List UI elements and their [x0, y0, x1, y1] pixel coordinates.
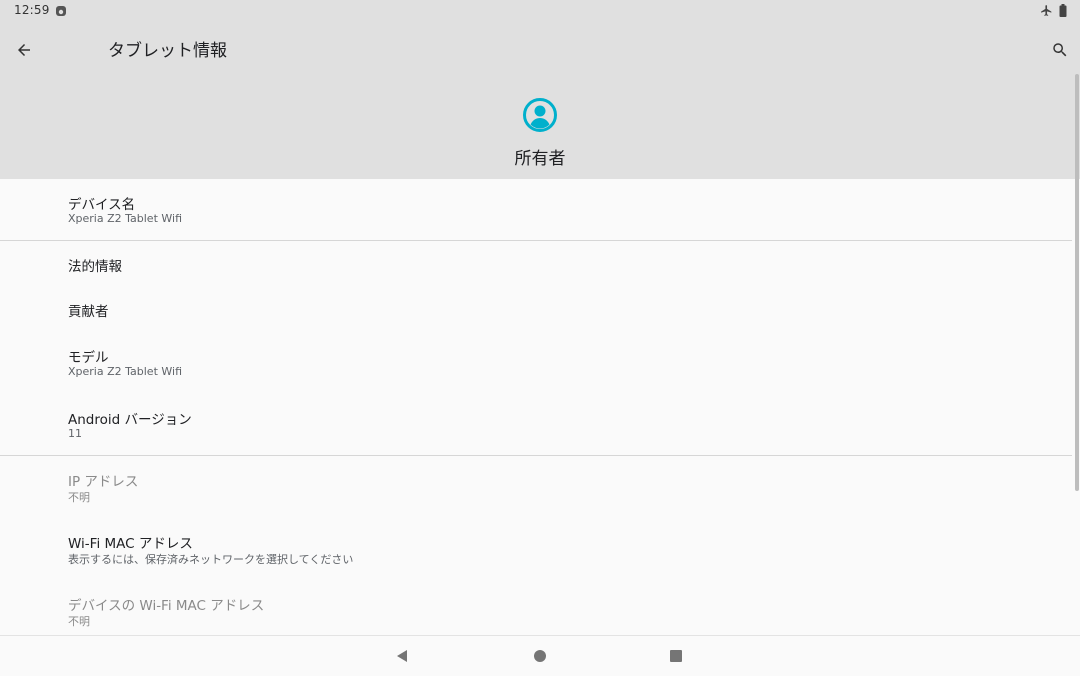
back-button[interactable] [10, 36, 38, 64]
item-title: デバイスの Wi-Fi MAC アドレス [68, 598, 265, 614]
status-bar: 12:59 [0, 0, 1080, 24]
airplane-mode-icon [1041, 5, 1052, 16]
owner-profile[interactable]: 所有者 [440, 94, 640, 170]
item-title: 法的情報 [68, 259, 122, 275]
list-item-device-name[interactable]: デバイス名 Xperia Z2 Tablet Wifi [0, 179, 1072, 240]
item-subtitle: 11 [68, 427, 82, 440]
home-circle-icon [534, 650, 546, 662]
app-header: タブレット情報 所有者 [0, 24, 1080, 179]
list-item-legal-info[interactable]: 法的情報 [0, 241, 1072, 286]
arrow-back-icon [18, 44, 30, 56]
status-time: 12:59 [14, 3, 50, 17]
item-title: デバイス名 [68, 197, 136, 213]
settings-list: デバイス名 Xperia Z2 Tablet Wifi 法的情報 貢献者 モデル… [0, 179, 1080, 635]
item-title: モデル [68, 350, 109, 366]
navigation-bar [0, 635, 1080, 676]
nav-recents-button[interactable] [666, 646, 686, 666]
item-subtitle: 表示するには、保存済みネットワークを選択してください [68, 553, 354, 566]
list-item-ip-address: IP アドレス 不明 [0, 456, 1072, 518]
battery-icon [1059, 4, 1067, 17]
back-triangle-icon [397, 650, 407, 662]
list-item-wifi-mac-address[interactable]: Wi-Fi MAC アドレス 表示するには、保存済みネットワークを選択してくださ… [0, 518, 1072, 580]
list-item-contributors[interactable]: 貢献者 [0, 286, 1072, 331]
notification-icon [56, 6, 66, 16]
nav-back-button[interactable] [392, 646, 412, 666]
page-title: タブレット情報 [108, 41, 227, 61]
owner-label: 所有者 [514, 149, 566, 169]
list-item-device-wifi-mac-address: デバイスの Wi-Fi MAC アドレス 不明 [0, 580, 1072, 635]
item-title: Wi-Fi MAC アドレス [68, 536, 193, 552]
item-subtitle: 不明 [68, 615, 90, 628]
recents-square-icon [670, 650, 682, 662]
item-subtitle: Xperia Z2 Tablet Wifi [68, 365, 183, 378]
list-item-model[interactable]: モデル Xperia Z2 Tablet Wifi [0, 331, 1072, 393]
item-title: IP アドレス [68, 474, 139, 490]
list-item-android-version[interactable]: Android バージョン 11 [0, 393, 1072, 455]
item-subtitle: 不明 [68, 491, 90, 504]
search-icon [1053, 43, 1067, 57]
scrollbar[interactable] [1075, 74, 1079, 491]
search-button[interactable] [1046, 36, 1074, 64]
account-circle-icon [523, 98, 557, 132]
nav-home-button[interactable] [530, 646, 550, 666]
item-title: 貢献者 [68, 304, 109, 320]
item-title: Android バージョン [68, 412, 192, 428]
item-subtitle: Xperia Z2 Tablet Wifi [68, 212, 183, 225]
